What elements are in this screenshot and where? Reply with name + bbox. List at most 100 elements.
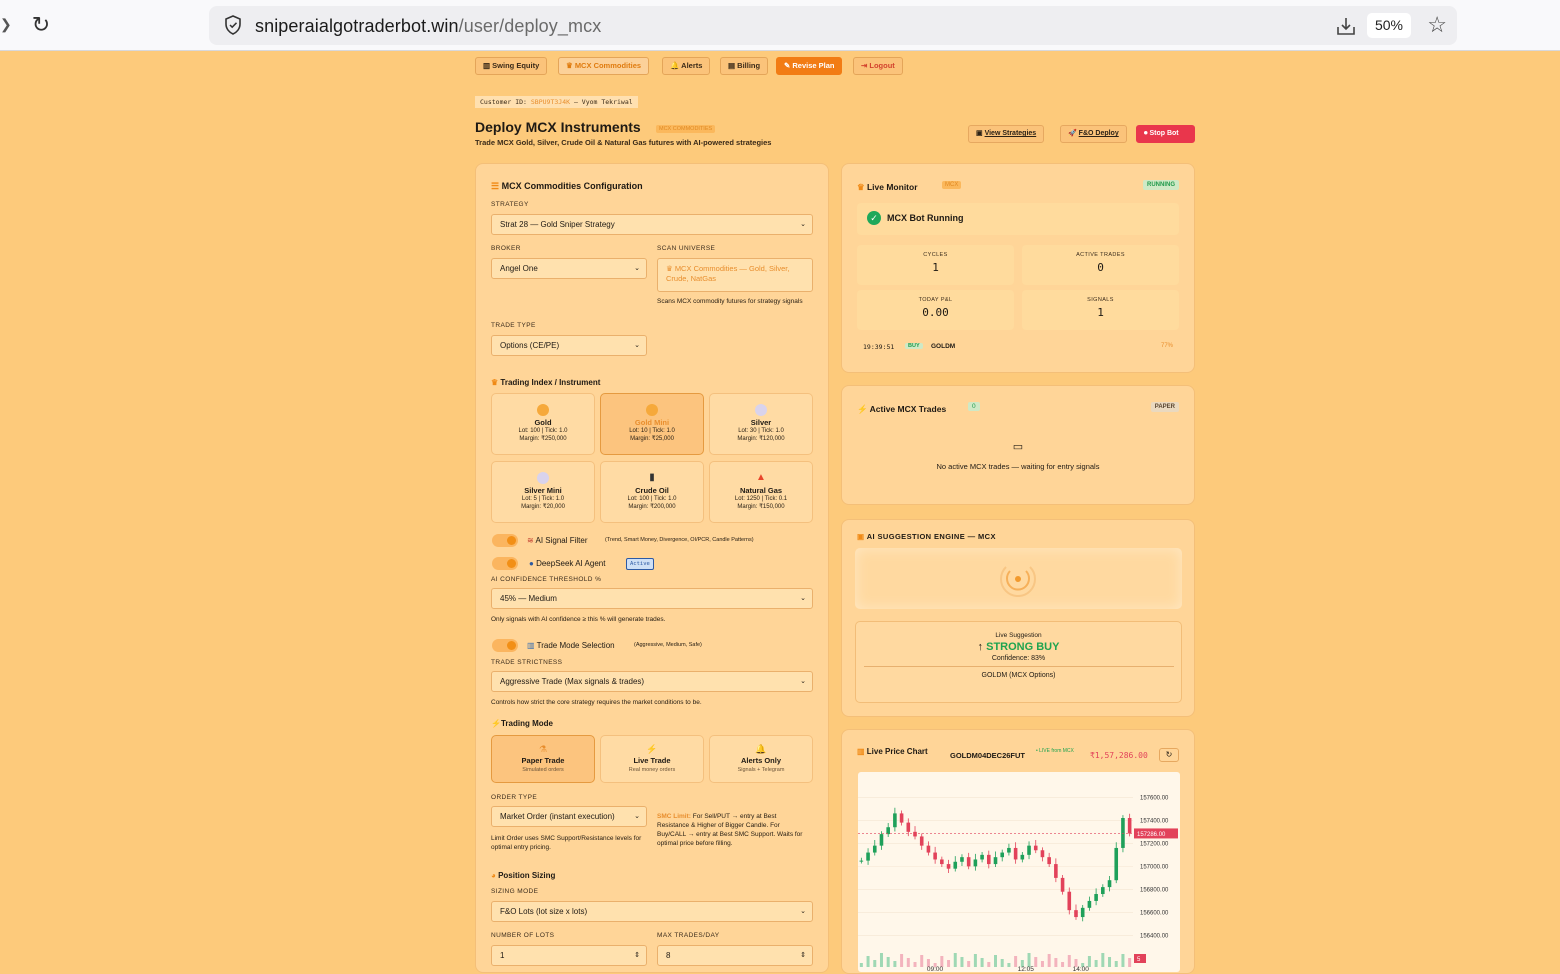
instrument-name: Silver <box>750 418 772 427</box>
volume-bar <box>1094 960 1098 967</box>
url-text[interactable]: sniperaialgotraderbot.win/user/deploy_mc… <box>255 16 601 37</box>
candle-body <box>1054 864 1058 878</box>
ai-signal-filter-label: ≋ AI Signal Filter <box>527 536 588 545</box>
stat-signals: SIGNALS 1 <box>1022 290 1179 330</box>
config-title-text: MCX Commodities Configuration <box>501 181 643 191</box>
chevron-down-icon: ⌄ <box>800 908 806 915</box>
nav-swing-equity[interactable]: ▥ Swing Equity <box>475 57 548 75</box>
live-suggestion-label: Live Suggestion <box>995 632 1042 639</box>
max-trades-label: MAX TRADES/DAY <box>657 932 720 939</box>
stepper-icon[interactable]: ⇕ <box>634 946 640 965</box>
deepseek-toggle[interactable] <box>492 557 518 570</box>
broker-value: Angel One <box>500 264 538 273</box>
stat-value: 1 <box>1097 306 1104 319</box>
instrument-card-crude-oil[interactable]: ▮ Crude Oil Lot: 100 | Tick: 1.0 Margin: ₹2… <box>600 461 704 523</box>
suggestion-symbol: GOLDM (MCX Options) <box>981 672 1056 679</box>
refresh-button[interactable]: ↻ <box>1159 748 1179 762</box>
rocket-icon: 🚀 <box>1068 130 1079 137</box>
nav-billing[interactable]: ▤ Billing <box>720 57 769 75</box>
inbox-icon: ▭ <box>1012 441 1024 453</box>
chevron-down-icon: ⌄ <box>800 595 806 602</box>
strategy-select[interactable]: Strat 28 — Gold Sniper Strategy ⌄ <box>491 214 813 235</box>
deepseek-label: ● DeepSeek AI Agent <box>529 559 605 568</box>
order-type-select[interactable]: Market Order (instant execution) ⌄ <box>491 806 647 827</box>
chart-canvas: 157600.00 157400.00 157200.00 157000.00 1568… <box>858 772 1180 972</box>
scan-universe-box: ♛ MCX Commodities — Gold, Silver, Crude,… <box>657 258 813 292</box>
candle-body <box>1033 845 1038 851</box>
stop-bot-button[interactable]: ⏺ Stop Bot <box>1136 125 1195 143</box>
smc-head: SMC Limit: <box>657 813 691 820</box>
crown-icon: ♛ <box>666 264 675 273</box>
candle-body <box>993 857 998 865</box>
max-trades-input[interactable]: 8 ⇕ <box>657 945 813 966</box>
candle-body <box>1101 887 1105 895</box>
bot-running-box: ✓ MCX Bot Running <box>857 203 1179 235</box>
scan-universe-label: SCAN UNIVERSE <box>657 245 716 252</box>
candle-body <box>1000 852 1005 858</box>
lots-input[interactable]: 1 ⇕ <box>491 945 647 966</box>
bookmark-star-icon[interactable]: ☆ <box>1427 12 1447 38</box>
lots-label: NUMBER OF LOTS <box>491 932 555 939</box>
revise-plan-button[interactable]: ✎ Revise Plan <box>776 57 843 75</box>
fo-deploy-button[interactable]: 🚀 F&O Deploy <box>1060 125 1127 143</box>
strategies-icon: ▣ <box>976 130 985 137</box>
instrument-card-gold[interactable]: Gold Lot: 100 | Tick: 1.0 Margin: ₹250,000 <box>491 393 595 455</box>
instrument-card-natural-gas[interactable]: ▲ Natural Gas Lot: 1250 | Tick: 0.1 Margin:… <box>709 461 813 523</box>
page-subtitle: Trade MCX Gold, Silver, Crude Oil & Natu… <box>475 138 772 147</box>
reload-icon[interactable]: ↻ <box>28 12 54 38</box>
instrument-title-text: Trading Index / Instrument <box>500 378 601 387</box>
candle-body <box>1013 847 1018 860</box>
instrument-card-silver-mini[interactable]: Silver Mini Lot: 5 | Tick: 1.0 Margin: ₹20… <box>491 461 595 523</box>
candle-body <box>926 845 931 853</box>
logout-button[interactable]: ⇥ Logout <box>853 57 903 75</box>
zoom-level[interactable]: 50% <box>1367 13 1411 38</box>
log-time: 19:39:51 <box>863 343 895 351</box>
instrument-title: ♛ Trading Index / Instrument <box>491 378 600 387</box>
strictness-select[interactable]: Aggressive Trade (Max signals & trades) ⌄ <box>491 671 813 692</box>
nav-alerts[interactable]: 🔔 Alerts <box>662 57 711 75</box>
trading-mode-title: ⚡Trading Mode <box>491 719 553 728</box>
volume-bar <box>1040 961 1044 967</box>
instrument-name: Crude Oil <box>635 486 669 495</box>
strictness-note: Controls how strict the core strategy re… <box>491 699 702 706</box>
ai-signal-filter-toggle[interactable] <box>492 534 518 547</box>
instrument-card-gold-mini[interactable]: Gold Mini Lot: 10 | Tick: 1.0 Margin: ₹25,… <box>600 393 704 455</box>
broker-label: BROKER <box>491 245 521 252</box>
volume-bar <box>1067 955 1071 967</box>
stat-value: 0 <box>1097 261 1104 274</box>
trade-type-value: Options (CE/PE) <box>500 341 560 350</box>
url-domain: sniperaialgotraderbot.win <box>255 16 459 36</box>
trade-type-select[interactable]: Options (CE/PE) ⌄ <box>491 335 647 356</box>
candle-body <box>940 859 944 865</box>
instrument-margin: Margin: ₹200,000 <box>628 504 676 510</box>
nav-mcx-commodities[interactable]: ♛ MCX Commodities <box>558 57 650 75</box>
trade-mode-selection-toggle[interactable] <box>492 639 518 652</box>
volume-bar <box>994 955 997 967</box>
volume-bar <box>967 961 971 967</box>
sizing-mode-select[interactable]: F&O Lots (lot size x lots) ⌄ <box>491 901 813 922</box>
mode-paper-trade[interactable]: ⚗ Paper Trade Simulated orders <box>491 735 595 783</box>
price-chart-title-text: Live Price Chart <box>866 747 928 756</box>
mode-alerts-only[interactable]: 🔔 Alerts Only Signals + Telegram <box>709 735 813 783</box>
broker-select[interactable]: Angel One ⌄ <box>491 258 647 279</box>
paper-badge: PAPER <box>1150 402 1179 412</box>
mode-live-trade[interactable]: ⚡ Live Trade Real money orders <box>600 735 704 783</box>
confidence-select[interactable]: 45% — Medium ⌄ <box>491 588 813 609</box>
instrument-card-silver[interactable]: Silver Lot: 30 | Tick: 1.0 Margin: ₹120,00… <box>709 393 813 455</box>
download-icon[interactable] <box>1335 15 1357 37</box>
instrument-lot: Lot: 100 | Tick: 1.0 <box>627 496 677 502</box>
live-from-mcx: • LIVE from MCX <box>1036 748 1074 754</box>
stepper-icon[interactable]: ⇕ <box>800 946 806 965</box>
view-strategies-button[interactable]: ▣ View Strategies <box>968 125 1045 143</box>
address-bar[interactable]: sniperaialgotraderbot.win/user/deploy_mc… <box>209 6 1457 45</box>
volume-bar <box>1101 953 1105 967</box>
volume-bar <box>1054 958 1058 967</box>
deepseek-text: DeepSeek AI Agent <box>536 559 606 568</box>
candle-body <box>973 859 978 867</box>
divider <box>863 666 1174 667</box>
candle-body <box>966 857 971 867</box>
volume-bar <box>913 962 917 967</box>
back-arrow-icon[interactable]: ❯ <box>0 16 12 33</box>
shield-icon[interactable] <box>223 15 243 35</box>
active-trades-panel: ⚡ Active MCX Trades 0 PAPER ▭ No active … <box>841 385 1195 505</box>
